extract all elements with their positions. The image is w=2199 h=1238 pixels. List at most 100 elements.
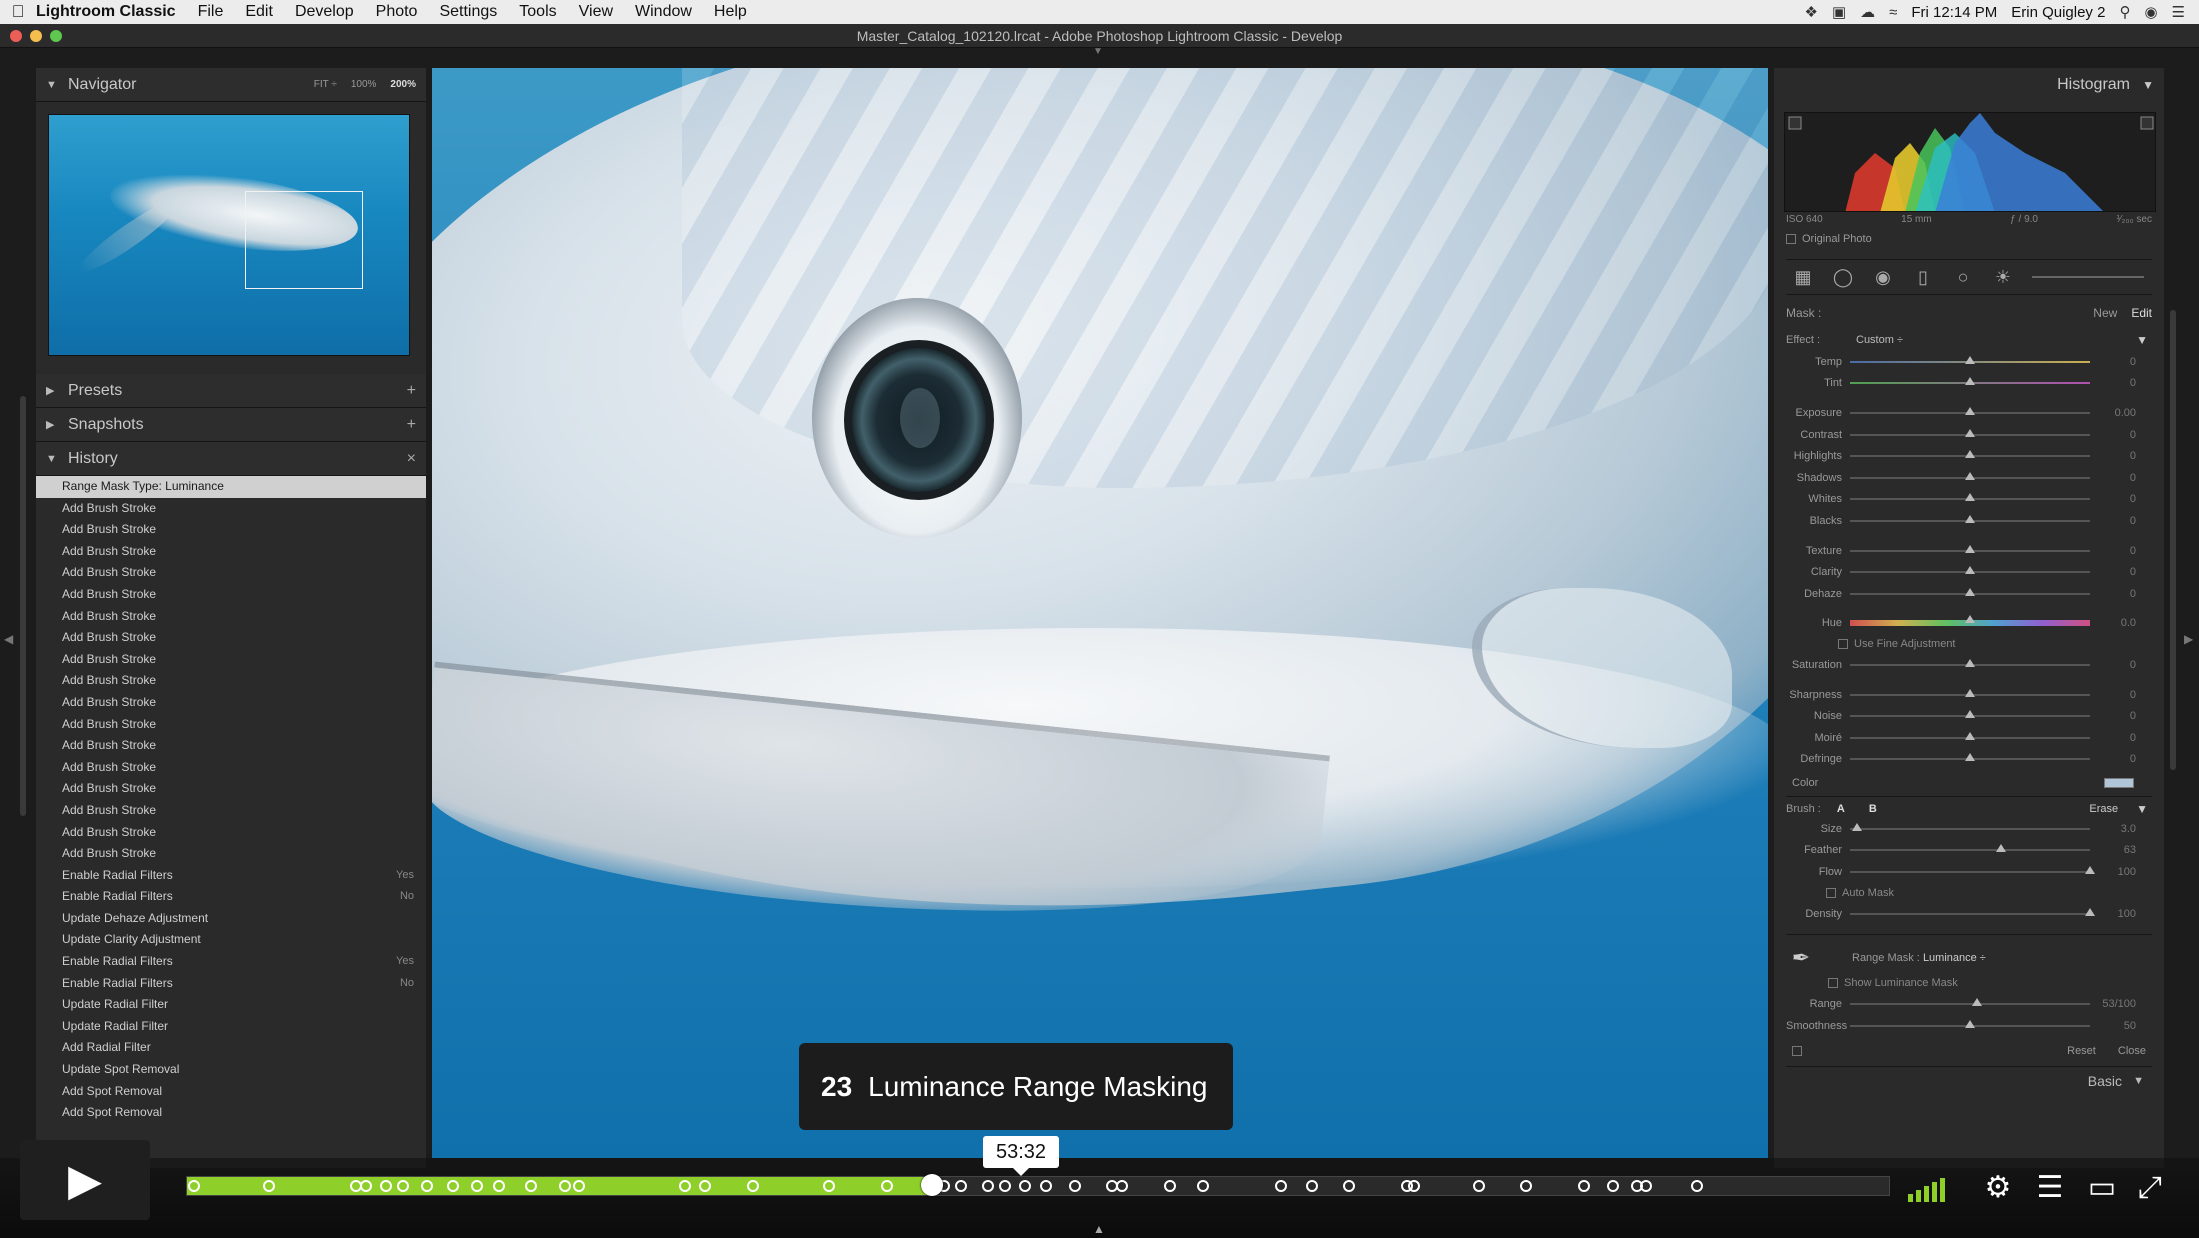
chapter-marker[interactable] xyxy=(359,1180,372,1192)
chapter-marker[interactable] xyxy=(1116,1180,1129,1192)
expand-triangle-icon[interactable]: ▶ xyxy=(46,418,56,431)
chapter-marker[interactable] xyxy=(470,1180,483,1192)
chapter-marker[interactable] xyxy=(699,1180,712,1192)
whites-value[interactable]: 0 xyxy=(2090,493,2136,505)
eyedropper-icon[interactable]: ✒ xyxy=(1786,943,1816,973)
chapter-marker[interactable] xyxy=(1407,1180,1420,1192)
color-swatch[interactable] xyxy=(2104,778,2134,789)
smoothness-track[interactable] xyxy=(1850,1019,2090,1028)
chapter-marker[interactable] xyxy=(746,1180,759,1192)
texture-slider[interactable]: Texture 0 xyxy=(1786,540,2152,562)
whites-track[interactable] xyxy=(1850,493,2090,502)
chapter-marker[interactable] xyxy=(1472,1180,1485,1192)
collapse-top-panel-icon[interactable]: ▼ xyxy=(1093,46,1103,57)
size-value[interactable]: 3.0 xyxy=(2090,823,2136,835)
saturation-track[interactable] xyxy=(1850,658,2090,667)
toggle-mask-icon[interactable] xyxy=(1792,1046,1802,1057)
density-track[interactable] xyxy=(1850,907,2095,916)
chapter-marker[interactable] xyxy=(380,1180,393,1192)
history-item[interactable]: Add Brush Stroke xyxy=(36,519,426,541)
sharpness-value[interactable]: 0 xyxy=(2090,689,2136,701)
saturation-knob[interactable] xyxy=(1965,658,1975,667)
density-knob[interactable] xyxy=(2085,907,2095,916)
temp-track[interactable] xyxy=(1850,355,2090,364)
history-item[interactable]: Add Brush Stroke xyxy=(36,606,426,628)
snapshots-header[interactable]: ▶ Snapshots + xyxy=(36,408,426,442)
history-item[interactable]: Add Brush Stroke xyxy=(36,692,426,714)
range-knob[interactable] xyxy=(1972,998,1983,1007)
defringe-knob[interactable] xyxy=(1965,753,1975,762)
smoothness-value[interactable]: 50 xyxy=(2090,1020,2136,1032)
chapter-marker[interactable] xyxy=(1068,1180,1081,1192)
expand-triangle-icon[interactable]: ▶ xyxy=(46,384,56,397)
menu-photo[interactable]: Photo xyxy=(376,3,418,21)
chapter-marker[interactable] xyxy=(1019,1180,1032,1192)
histogram-graph[interactable] xyxy=(1784,112,2156,212)
app-menu[interactable]: Lightroom Classic xyxy=(36,3,176,21)
collapse-triangle-icon[interactable]: ▼ xyxy=(2142,68,2154,102)
dropbox-icon[interactable]: ❖ xyxy=(1804,3,1817,21)
history-item[interactable]: Add Brush Stroke xyxy=(36,584,426,606)
tint-track[interactable] xyxy=(1850,377,2090,386)
sharpness-track[interactable] xyxy=(1850,688,2090,697)
whites-knob[interactable] xyxy=(1965,493,1975,502)
defringe-slider[interactable]: Defringe 0 xyxy=(1786,749,2152,771)
noise-track[interactable] xyxy=(1850,710,2090,719)
show-luminance-mask-checkbox[interactable]: Show Luminance Mask xyxy=(1786,973,2152,993)
shadows-knob[interactable] xyxy=(1965,471,1975,480)
add-preset-icon[interactable]: + xyxy=(407,382,416,400)
brush-b-button[interactable]: B xyxy=(1869,803,1877,815)
chapter-marker[interactable] xyxy=(954,1180,967,1192)
zoom-100[interactable]: 100% xyxy=(351,79,377,90)
siri-icon[interactable]: ◉ xyxy=(2144,3,2157,21)
expand-left-panel-icon[interactable]: ◀ xyxy=(4,632,13,646)
photo-canvas[interactable] xyxy=(432,68,1768,1158)
history-item[interactable]: Add Brush Stroke xyxy=(36,822,426,844)
fullscreen-icon[interactable]: ⤢ xyxy=(2130,1170,2170,1206)
noise-slider[interactable]: Noise 0 xyxy=(1786,705,2152,727)
history-item[interactable]: Update Radial Filter xyxy=(36,994,426,1016)
defringe-value[interactable]: 0 xyxy=(2090,753,2136,765)
navigator-view-rectangle[interactable] xyxy=(245,191,363,289)
range-slider[interactable]: Range 53/100 xyxy=(1786,993,2152,1015)
expand-filmstrip-icon[interactable]: ▲ xyxy=(1093,1222,1105,1236)
hue-track[interactable] xyxy=(1850,615,2090,627)
settings-gear-icon[interactable]: ⚙ xyxy=(1978,1170,2018,1206)
checkbox-icon[interactable] xyxy=(1826,887,1836,898)
chapter-marker[interactable] xyxy=(525,1180,538,1192)
mask-edit-button[interactable]: Edit xyxy=(2131,306,2152,320)
highlight-clipping-indicator[interactable] xyxy=(2140,116,2154,130)
exposure-value[interactable]: 0.00 xyxy=(2090,407,2136,419)
flow-track[interactable] xyxy=(1850,866,2095,875)
right-panel-scrollbar[interactable] xyxy=(2170,310,2176,770)
chapter-marker[interactable] xyxy=(678,1180,691,1192)
density-value[interactable]: 100 xyxy=(2090,908,2136,920)
chapter-marker[interactable] xyxy=(572,1180,585,1192)
history-item[interactable]: Add Brush Stroke xyxy=(36,562,426,584)
chapter-marker[interactable] xyxy=(492,1180,505,1192)
flow-knob[interactable] xyxy=(2085,866,2095,875)
search-icon[interactable]: ⚲ xyxy=(2119,3,2130,21)
chapter-marker[interactable] xyxy=(1196,1180,1209,1192)
blacks-value[interactable]: 0 xyxy=(2090,515,2136,527)
crop-tool-icon[interactable]: ▦ xyxy=(1792,266,1814,288)
airplay-icon[interactable]: ▭ xyxy=(2082,1170,2122,1206)
history-item[interactable]: Add Brush Stroke xyxy=(36,627,426,649)
chapter-marker[interactable] xyxy=(262,1180,275,1192)
history-item[interactable]: Add Spot Removal xyxy=(36,1102,426,1124)
size-knob[interactable] xyxy=(1852,822,1863,831)
auto-mask-checkbox[interactable]: Auto Mask xyxy=(1786,883,2152,903)
moir-track[interactable] xyxy=(1850,731,2090,740)
chapter-marker[interactable] xyxy=(421,1180,434,1192)
feather-knob[interactable] xyxy=(1996,844,2007,853)
menu-user[interactable]: Erin Quigley 2 xyxy=(2011,4,2105,21)
history-item[interactable]: Add Radial Filter xyxy=(36,1037,426,1059)
feather-value[interactable]: 63 xyxy=(2090,844,2136,856)
menu-edit[interactable]: Edit xyxy=(245,3,273,21)
moir-slider[interactable]: Moiré 0 xyxy=(1786,727,2152,749)
highlights-track[interactable] xyxy=(1850,450,2090,459)
fine-adjustment-checkbox[interactable]: Use Fine Adjustment xyxy=(1786,634,2152,654)
checkbox-icon[interactable] xyxy=(1838,639,1848,650)
history-item[interactable]: Add Brush Stroke xyxy=(36,757,426,779)
history-item[interactable]: Update Dehaze Adjustment xyxy=(36,908,426,930)
